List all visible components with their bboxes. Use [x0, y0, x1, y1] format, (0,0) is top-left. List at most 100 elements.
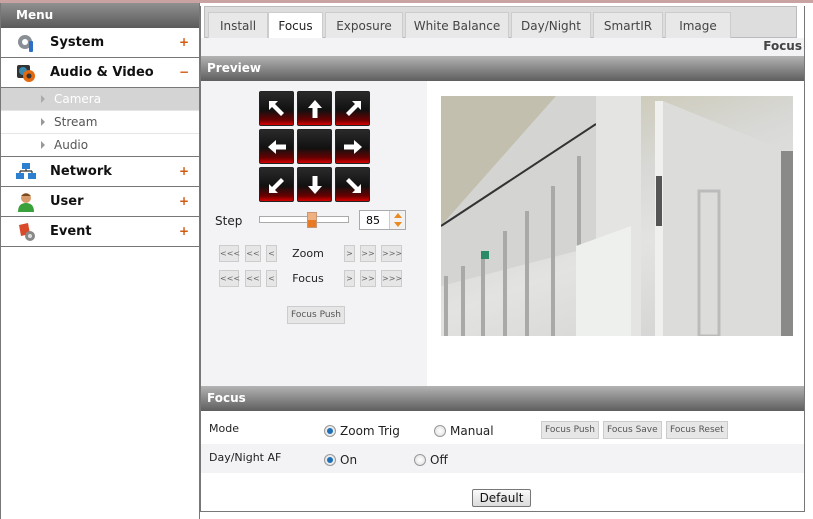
- zoom-out-slow-button[interactable]: <: [266, 245, 277, 262]
- arrow-left-icon: [267, 139, 286, 154]
- radio-unchecked-icon: [434, 425, 446, 437]
- ptz-down-left-button[interactable]: [259, 167, 294, 202]
- ptz-center-button[interactable]: [297, 129, 332, 164]
- focus-label: Focus: [292, 272, 324, 285]
- page-subtitle-bar: Focus: [201, 38, 804, 56]
- step-label: Step: [215, 214, 243, 228]
- focus-push-button[interactable]: Focus Push: [287, 306, 345, 324]
- arrow-down-right-icon: [345, 177, 361, 193]
- mode-label: Mode: [209, 422, 239, 435]
- arrow-down-icon: [307, 175, 322, 194]
- sidebar-item-label: User: [50, 194, 84, 209]
- daynight-af-on-radio[interactable]: On: [324, 453, 357, 467]
- focus-near-medium-button[interactable]: <<: [245, 270, 261, 287]
- event-icon: [15, 221, 37, 243]
- preview-section-header: Preview: [201, 56, 804, 81]
- expand-icon[interactable]: +: [179, 35, 189, 49]
- focus-push-mode-button[interactable]: Focus Push: [541, 421, 599, 439]
- sidebar-item-label: Network: [50, 164, 112, 179]
- arrow-up-right-icon: [345, 100, 361, 116]
- sidebar-item-user[interactable]: User +: [1, 187, 199, 217]
- zoom-in-medium-button[interactable]: >>: [360, 245, 376, 262]
- tab-install[interactable]: Install: [208, 12, 268, 39]
- arrow-up-icon: [307, 99, 322, 118]
- page-subtitle: Focus: [763, 39, 802, 53]
- ptz-down-right-button[interactable]: [335, 167, 370, 202]
- default-button[interactable]: Default: [472, 489, 531, 507]
- sidebar-subitem-label: Camera: [54, 92, 102, 106]
- tab-image[interactable]: Image: [665, 12, 731, 39]
- tab-white-balance[interactable]: White Balance: [405, 12, 509, 39]
- daynight-af-off-radio[interactable]: Off: [414, 453, 448, 467]
- radio-unchecked-icon: [414, 454, 426, 466]
- mode-row: Mode Zoom Trig Manual Focus Push Focus S…: [201, 415, 804, 444]
- sidebar-item-label: Audio & Video: [50, 65, 154, 80]
- arrow-down-left-icon: [268, 177, 284, 193]
- sidebar-item-system[interactable]: System +: [1, 28, 199, 58]
- sidebar-item-network[interactable]: Network +: [1, 157, 199, 187]
- caret-right-icon: [41, 118, 45, 126]
- ptz-pad: [259, 91, 371, 203]
- step-spinner-arrows[interactable]: [389, 211, 405, 229]
- radio-label: Manual: [450, 424, 494, 438]
- sidebar: Menu System + Audio & Video − Camera Str…: [0, 3, 200, 519]
- sidebar-subitem-label: Stream: [54, 115, 98, 129]
- expand-icon[interactable]: +: [179, 224, 189, 238]
- radio-label: Off: [430, 453, 448, 467]
- main-content: Install Focus Exposure White Balance Day…: [200, 6, 805, 512]
- spin-down-icon[interactable]: [394, 222, 402, 227]
- focus-section-header: Focus: [201, 386, 804, 411]
- zoom-in-slow-button[interactable]: >: [344, 245, 355, 262]
- spin-up-icon[interactable]: [394, 213, 402, 218]
- mode-zoom-trig-radio[interactable]: Zoom Trig: [324, 424, 400, 438]
- arrow-right-icon: [343, 139, 362, 154]
- step-slider-handle[interactable]: [307, 212, 317, 228]
- tab-day-night[interactable]: Day/Night: [511, 12, 591, 39]
- camera-icon: [15, 62, 37, 84]
- ptz-left-button[interactable]: [259, 129, 294, 164]
- caret-right-icon: [41, 95, 45, 103]
- collapse-icon[interactable]: −: [179, 65, 189, 79]
- tab-exposure[interactable]: Exposure: [325, 12, 403, 39]
- zoom-label: Zoom: [292, 247, 324, 260]
- tab-smartir[interactable]: SmartIR: [593, 12, 663, 39]
- expand-icon[interactable]: +: [179, 164, 189, 178]
- step-input[interactable]: [360, 211, 390, 229]
- step-spinner: [359, 210, 406, 230]
- sidebar-item-audio-video[interactable]: Audio & Video −: [1, 58, 199, 88]
- sidebar-item-label: Event: [50, 224, 92, 239]
- focus-save-button[interactable]: Focus Save: [603, 421, 662, 439]
- radio-label: Zoom Trig: [340, 424, 400, 438]
- focus-reset-button[interactable]: Focus Reset: [666, 421, 728, 439]
- radio-checked-icon: [324, 454, 336, 466]
- focus-far-slow-button[interactable]: >: [344, 270, 355, 287]
- daynight-af-label: Day/Night AF: [209, 451, 282, 464]
- tab-focus[interactable]: Focus: [268, 12, 323, 40]
- network-icon: [15, 161, 37, 183]
- focus-near-slow-button[interactable]: <: [266, 270, 277, 287]
- focus-near-fast-button[interactable]: <<<: [219, 270, 240, 287]
- sidebar-item-label: System: [50, 35, 105, 50]
- step-slider[interactable]: [259, 212, 349, 228]
- ptz-up-right-button[interactable]: [335, 91, 370, 126]
- radio-checked-icon: [324, 425, 336, 437]
- focus-far-medium-button[interactable]: >>: [360, 270, 376, 287]
- focus-far-fast-button[interactable]: >>>: [381, 270, 402, 287]
- caret-right-icon: [41, 141, 45, 149]
- expand-icon[interactable]: +: [179, 194, 189, 208]
- zoom-out-medium-button[interactable]: <<: [245, 245, 261, 262]
- zoom-out-fast-button[interactable]: <<<: [219, 245, 240, 262]
- sidebar-subitem-camera[interactable]: Camera: [1, 88, 199, 111]
- mode-manual-radio[interactable]: Manual: [434, 424, 494, 438]
- camera-preview-image: [441, 96, 793, 336]
- radio-label: On: [340, 453, 358, 467]
- ptz-up-left-button[interactable]: [259, 91, 294, 126]
- arrow-up-left-icon: [268, 100, 284, 116]
- sidebar-subitem-audio[interactable]: Audio: [1, 134, 199, 157]
- zoom-in-fast-button[interactable]: >>>: [381, 245, 402, 262]
- ptz-right-button[interactable]: [335, 129, 370, 164]
- sidebar-subitem-stream[interactable]: Stream: [1, 111, 199, 134]
- sidebar-item-event[interactable]: Event +: [1, 217, 199, 247]
- ptz-down-button[interactable]: [297, 167, 332, 202]
- ptz-up-button[interactable]: [297, 91, 332, 126]
